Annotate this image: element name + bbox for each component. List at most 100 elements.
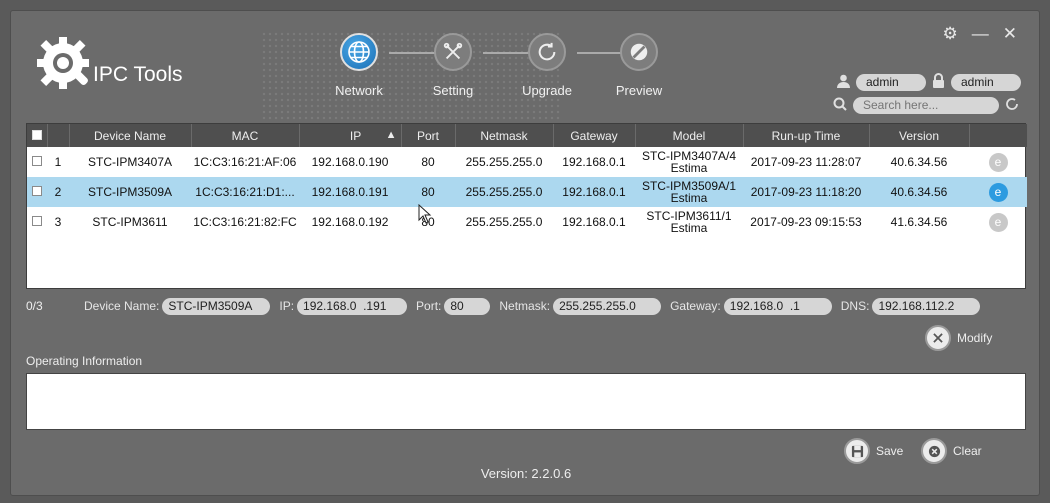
port-input[interactable]: 80 [444,297,491,315]
save-label: Save [876,444,904,458]
field-label: Gateway: [670,299,721,313]
table-row[interactable]: 1 STC-IPM3407A 1C:C3:16:21:AF:06 192.168… [27,147,1027,177]
version-label: Version: 2.2.0.6 [480,466,572,481]
device-name-cell: STC-IPM3611 [92,215,168,229]
ip-cell: 192.168.0.192 [311,215,389,229]
mac-cell: 1C:C3:16:21:82:FC [193,215,297,229]
runup-time-cell: 2017-09-23 11:18:20 [743,177,869,207]
field-label: Port: [416,299,442,313]
column-header-version[interactable]: Version [869,124,970,147]
clear-button[interactable]: Clear [921,438,982,464]
model-line: Estima [670,161,708,175]
user-icon [837,74,850,91]
password-field[interactable] [951,73,1021,91]
row-number: 1 [54,155,62,169]
row-checkbox[interactable] [32,216,42,226]
column-header-ip-label: IP [349,128,362,143]
step-preview[interactable]: Preview [599,33,679,98]
device-name-field: Device Name: STC-IPM3509A [84,297,271,315]
modify-button[interactable]: Modify [925,325,992,351]
floppy-icon [844,438,870,464]
select-all-checkbox[interactable] [31,129,42,140]
save-button[interactable]: Save [844,438,903,464]
close-icon[interactable]: ✕ [1003,25,1017,42]
column-header-device-name[interactable]: Device Name [69,124,192,147]
step-label: Setting [432,83,474,98]
mac-cell: 1C:C3:16:21:D1:... [191,177,299,207]
column-header-ip[interactable]: IP ▲ [299,124,402,147]
clear-label: Clear [953,444,982,458]
device-details: 0/3 Device Name: STC-IPM3509A IP: 192.16… [26,296,1026,316]
step-upgrade[interactable]: Upgrade [507,33,587,98]
version-cell: 41.6.34.56 [890,215,948,229]
step-label: Upgrade [522,83,572,98]
row-checkbox[interactable] [32,156,42,166]
gear-magnifier-icon [37,37,89,89]
model-cell: STC-IPM3509A/1 Estima [635,177,743,207]
device-name-input[interactable]: STC-IPM3509A [162,297,271,315]
settings-icon[interactable]: ⚙ [943,25,958,42]
netmask-field: Netmask: 255.255.255.0 [499,297,662,315]
netmask-cell: 255.255.255.0 [455,177,553,207]
field-label: DNS: [840,299,870,313]
step-network[interactable]: Network [319,33,399,98]
step-label: Preview [615,83,663,98]
netmask-input[interactable]: 255.255.255.0 [553,297,662,315]
column-header-port[interactable]: Port [401,124,456,147]
column-header-gateway[interactable]: Gateway [553,124,636,147]
globe-icon [340,33,378,71]
model-cell: STC-IPM3407A/4 Estima [635,147,743,177]
sort-asc-icon: ▲ [385,128,397,141]
gateway-cell: 192.168.0.1 [562,215,626,229]
column-header-model[interactable]: Model [635,124,744,147]
minimize-icon[interactable]: — [972,25,989,42]
tools-icon [434,33,472,71]
gateway-field: Gateway: 192.168.0 .1 [670,297,832,315]
device-name-cell: STC-IPM3407A [87,155,173,169]
column-header-netmask[interactable]: Netmask [455,124,554,147]
operating-info-label: Operating Information [26,354,143,368]
browser-icon[interactable]: e [988,152,1008,172]
runup-time-cell: 2017-09-23 11:28:07 [750,155,862,169]
clear-x-icon [921,438,947,464]
version-cell: 40.6.34.56 [869,177,969,207]
dns-input[interactable]: 192.168.112.2 [872,297,981,315]
port-cell: 80 [421,155,435,169]
runup-time-cell: 2017-09-23 09:15:53 [750,215,862,229]
table-row[interactable]: 2 STC-IPM3509A 1C:C3:16:21:D1:... 192.16… [27,177,1027,207]
window-controls: ⚙ — ✕ [943,25,1018,42]
gateway-cell: 192.168.0.1 [562,155,626,169]
dns-field: DNS: 192.168.112.2 [840,297,981,315]
row-checkbox[interactable] [32,186,42,196]
refresh-icon [528,33,566,71]
ip-input[interactable]: 192.168.0 .191 [297,297,408,315]
app-logo: IPC Tools [33,33,183,97]
column-header-mac[interactable]: MAC [191,124,300,147]
search-bar [833,97,1019,114]
gateway-input[interactable]: 192.168.0 .1 [723,297,832,315]
mouse-cursor-icon [418,204,432,224]
login-panel [837,73,1021,91]
field-label: Netmask: [499,299,551,313]
model-cell: STC-IPM3611/1 Estima [635,207,743,237]
modify-label: Modify [957,331,993,345]
table-row[interactable]: 3 STC-IPM3611 1C:C3:16:21:82:FC 192.168.… [27,207,1027,237]
ip-field: IP: 192.168.0 .191 [279,297,408,315]
column-header-runup-time[interactable]: Run-up Time [743,124,870,147]
browser-icon[interactable]: e [988,182,1008,202]
select-all-header[interactable] [27,124,48,147]
search-input[interactable] [853,97,999,114]
refresh-search-icon[interactable] [1005,97,1019,114]
username-field[interactable] [856,73,926,91]
step-setting[interactable]: Setting [413,33,493,98]
netmask-cell: 255.255.255.0 [465,155,543,169]
netmask-cell: 255.255.255.0 [465,215,543,229]
row-number: 2 [47,177,69,207]
browser-icon[interactable]: e [988,212,1008,232]
lock-icon [932,73,945,91]
port-cell: 80 [401,177,455,207]
search-icon [833,97,847,114]
row-number: 3 [54,215,62,229]
main-window: IPC Tools ⚙ — ✕ Network Setting Upgrade … [10,10,1040,496]
app-title: IPC Tools [93,63,183,86]
